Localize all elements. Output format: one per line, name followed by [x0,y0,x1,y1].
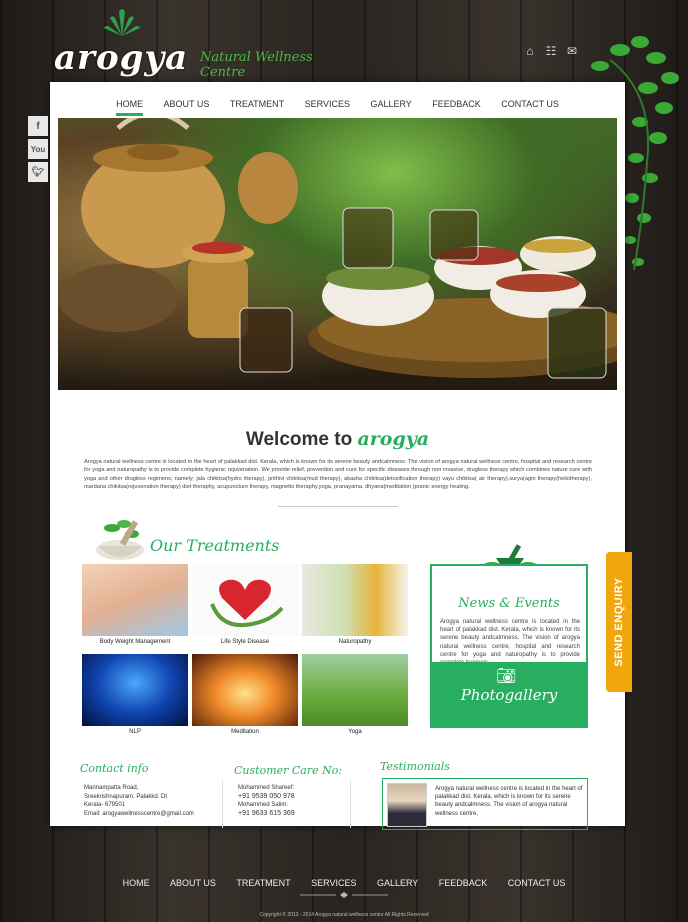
testimonial-text: Arogya natural wellness centre is locate… [435,786,583,817]
photogallery-button[interactable]: 📷︎ Photogallery [432,662,586,726]
footer-nav-services[interactable]: SERVICES [311,878,356,888]
welcome-brand: arogya [357,428,430,450]
twitter-button[interactable]: 🐦︎ [28,162,48,182]
contact-line: Mannampatta Road, [84,785,139,791]
footer-nav-contact-us[interactable]: CONTACT US [508,878,566,888]
send-enquiry-label: SEND ENQUIRY [613,577,625,667]
nav-about-us[interactable]: ABOUT US [164,99,210,113]
footer-nav-about-us[interactable]: ABOUT US [170,878,216,888]
treatment-card[interactable]: Body Weight Management [82,564,188,645]
treatment-image [302,564,408,636]
social-links: f You 🐦︎ [28,116,48,182]
treatment-card[interactable]: Naturopathy [302,564,408,645]
footer-ornament [300,892,388,898]
nav-home[interactable]: HOME [116,99,144,116]
treatment-label: Body Weight Management [99,639,171,645]
home-icon[interactable]: ⌂ [523,44,537,58]
care-name: Mohammed Shareef: [238,785,295,791]
camera-icon: 📷︎ [496,668,517,685]
care-phone[interactable]: +91 9633 615 369 [238,810,295,819]
main-nav: HOME ABOUT US TREATMENT SERVICES GALLERY… [50,94,625,116]
divider [350,780,351,828]
welcome-prefix: Welcome to [245,429,358,450]
treatment-label: Yoga [348,729,362,735]
treatment-card[interactable]: NLP [82,654,188,735]
contact-line: Sreekrishnapuram, Palakkd. Dt [84,793,168,800]
send-enquiry-button[interactable]: SEND ENQUIRY [606,552,632,692]
nav-gallery[interactable]: GALLERY [370,99,411,113]
treatment-image [82,654,188,726]
testimonials-title: Testimonials [380,760,450,773]
treatment-image [82,564,188,636]
treatment-label: Naturopathy [338,639,372,645]
treatment-image [192,654,298,726]
care-phone[interactable]: +91 9539 050 978 [238,793,295,802]
photogallery-label: Photogallery [460,686,558,704]
treatment-label: NLP [129,729,141,735]
intro-text: Arogya natural wellness centre is locate… [84,459,592,491]
youtube-button[interactable]: You [28,139,48,159]
heart-stethoscope-icon [210,579,284,627]
contact-block: Mannampatta Road, Sreekrishnapuram, Pala… [84,784,194,818]
copyright: Copyright © 2013 - 2014 Arogya natural w… [259,912,429,918]
footer-nav-home[interactable]: HOME [123,878,150,888]
treatment-image [192,564,298,636]
treatment-label: Life Style Disease [220,639,270,645]
treatment-label: Meditation [231,729,259,735]
treatment-card[interactable]: Yoga [302,654,408,735]
care-name: Mohammed Salim: [238,802,289,809]
divider [278,506,398,507]
logo-tagline: Natural Wellness Centre [200,50,313,80]
treatments-title: Our Treatments [150,536,280,555]
hero-image [58,118,617,379]
logo-text: arogya [54,38,189,78]
divider [222,780,223,828]
news-title: News & Events [458,596,560,611]
customer-care-block: Mohammed Shareef: +91 9539 050 978 Moham… [238,784,295,818]
contact-line: Kerala- 679501 [84,802,126,809]
contact-email[interactable]: Email: arogyawellnesscentre@gmail.com [84,810,194,819]
news-events-box: News & Events Arogya natural wellness ce… [430,564,588,728]
welcome-heading: Welcome to arogya [50,428,625,451]
customer-care-title: Customer Care No: [234,764,343,777]
nav-contact-us[interactable]: CONTACT US [501,99,559,113]
main-card: HOME ABOUT US TREATMENT SERVICES GALLERY… [28,82,625,830]
mortar-bowl-icon [96,520,144,560]
news-text: Arogya natural wellness centre is locate… [440,619,580,666]
nav-services[interactable]: SERVICES [305,99,350,113]
contact-title: Contact info [80,762,149,775]
footer-nav-gallery[interactable]: GALLERY [377,878,418,888]
testimonial-box: Arogya natural wellness centre is locate… [382,778,588,830]
footer-nav-feedback[interactable]: FEEDBACK [439,878,488,888]
site-logo[interactable]: arogya Natural Wellness Centre [54,6,354,80]
footer-nav: HOME ABOUT US TREATMENT SERVICES GALLERY… [0,873,688,891]
nav-treatment[interactable]: TREATMENT [230,99,284,113]
footer-nav-treatment[interactable]: TREATMENT [236,878,290,888]
sitemap-icon[interactable]: ☷ [544,44,558,58]
hero-slider[interactable] [58,118,617,390]
facebook-button[interactable]: f [28,116,48,136]
leaf-logo-icon [104,9,140,36]
nav-feedback[interactable]: FEEDBACK [432,99,481,113]
treatment-card[interactable]: Life Style Disease [192,564,298,645]
testimonial-avatar [387,783,427,827]
treatment-image [302,654,408,726]
treatment-card[interactable]: Meditation [192,654,298,735]
twitter-icon: 🐦︎ [31,166,45,178]
